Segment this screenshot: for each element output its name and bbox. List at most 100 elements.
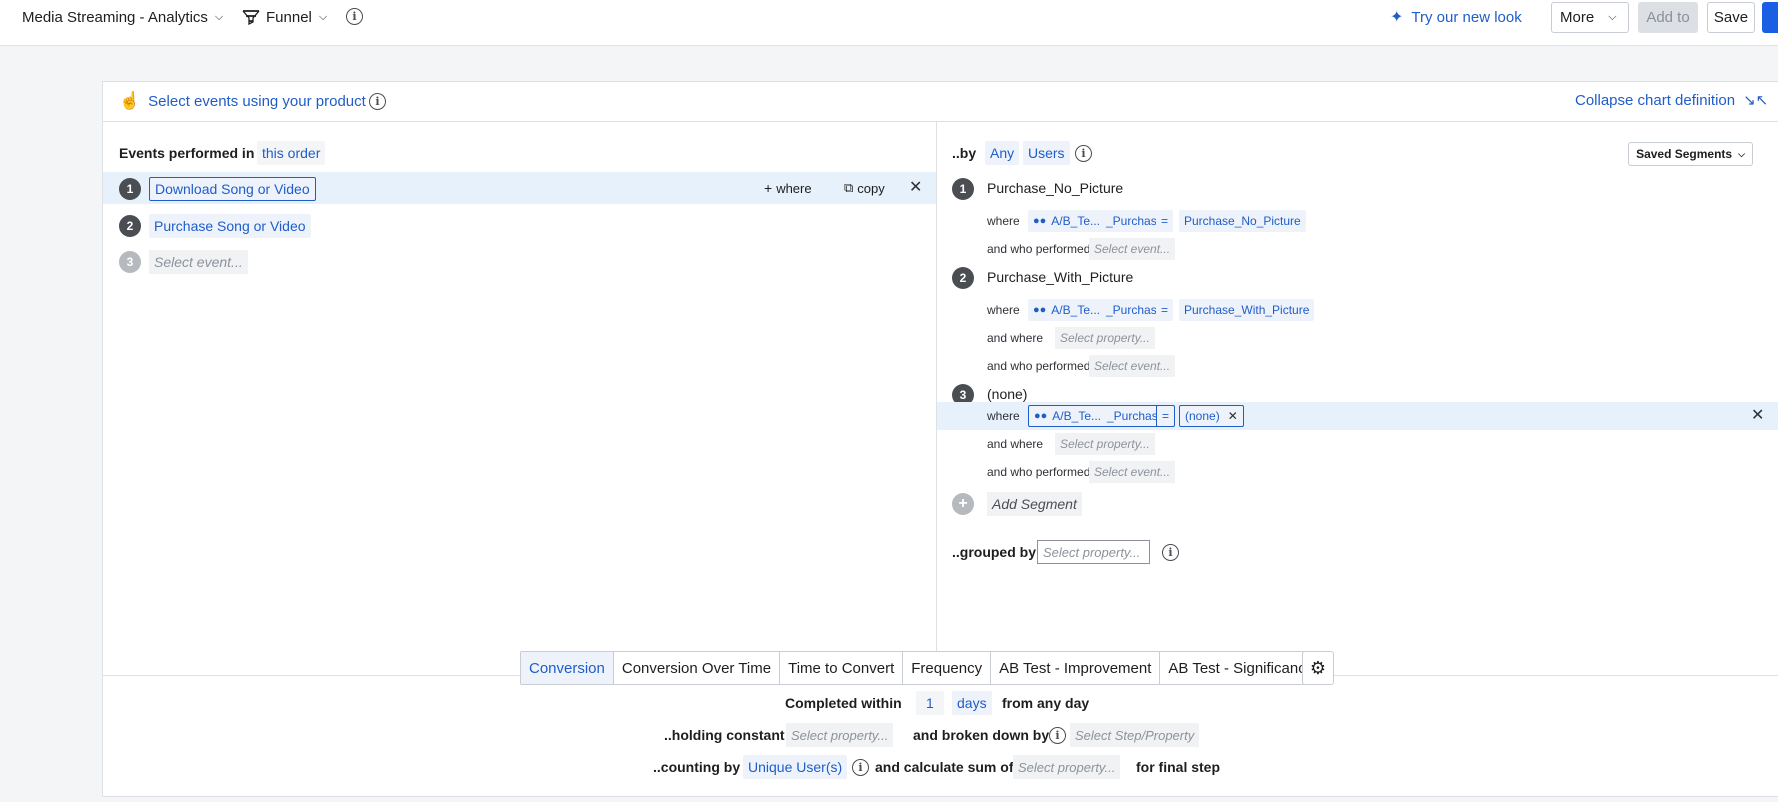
by-label: ..by: [952, 145, 977, 161]
info-icon[interactable]: i: [1049, 727, 1066, 744]
select-events-link[interactable]: ☝ Select events using your product: [119, 91, 366, 111]
property-name: A/B_Te...: [1052, 409, 1101, 423]
operator-chip[interactable]: =: [1156, 299, 1174, 321]
select-event-input[interactable]: Select event...: [1089, 461, 1176, 483]
add-to-label: Add to: [1646, 9, 1690, 26]
project-selector[interactable]: Media Streaming - Analytics ⌵: [22, 0, 223, 34]
tab-ab-test-significance[interactable]: AB Test - Significance: [1160, 652, 1322, 684]
segment-property-chip[interactable]: ●● A/B_Te... _Purchase: [1028, 299, 1169, 321]
counting-by-selector[interactable]: Unique User(s): [743, 755, 848, 779]
copy-label: copy: [857, 180, 885, 196]
add-segment-plus-icon[interactable]: +: [952, 493, 974, 515]
tab-time-to-convert[interactable]: Time to Convert: [780, 652, 904, 684]
info-icon[interactable]: i: [1162, 544, 1179, 561]
operator-chip[interactable]: =: [1156, 210, 1174, 232]
grouped-by-input[interactable]: Select property...: [1037, 540, 1150, 564]
share-button[interactable]: [1762, 2, 1778, 33]
calculate-sum-label: and calculate sum of: [875, 759, 1014, 775]
tab-ab-test-improvement[interactable]: AB Test - Improvement: [991, 652, 1161, 684]
close-icon[interactable]: ✕: [1228, 409, 1238, 423]
tab-conversion[interactable]: Conversion: [521, 652, 614, 684]
segment-value-chip[interactable]: Purchase_No_Picture: [1179, 210, 1306, 232]
collapse-chart-definition[interactable]: Collapse chart definition ↘↖: [1575, 91, 1769, 110]
segment-property-chip[interactable]: ●● A/B_Te... _Purchase: [1028, 210, 1169, 232]
saved-segments-label: Saved Segments: [1636, 147, 1733, 161]
select-event-input[interactable]: Select event...: [1089, 355, 1176, 377]
chevron-down-icon: ⌵: [1738, 148, 1745, 159]
segment-name[interactable]: Purchase_No_Picture: [987, 180, 1123, 196]
select-event-input[interactable]: Select event...: [149, 250, 248, 274]
chevron-down-icon: ⌵: [214, 10, 224, 23]
segment-name[interactable]: (none): [987, 386, 1027, 402]
completed-within-label: Completed within: [785, 695, 902, 711]
select-property-input[interactable]: Select property...: [1055, 433, 1155, 455]
remove-step-icon[interactable]: ✕: [909, 180, 922, 196]
tab-frequency[interactable]: Frequency: [903, 652, 992, 684]
broken-down-by-input[interactable]: Select Step/Property: [1070, 723, 1200, 747]
segment-value-chip[interactable]: Purchase_With_Picture: [1179, 299, 1315, 321]
holding-constant-input[interactable]: Select property...: [786, 723, 894, 747]
segment-value-chip[interactable]: (none) ✕: [1179, 405, 1244, 427]
any-selector[interactable]: Any: [985, 141, 1020, 165]
add-to-button[interactable]: Add to: [1638, 2, 1698, 33]
where-label: where: [987, 303, 1020, 317]
select-event-input[interactable]: Select event...: [1089, 238, 1176, 260]
event-step-2[interactable]: Purchase Song or Video: [149, 214, 311, 238]
chart-type-label: Funnel: [266, 8, 312, 26]
sparkle-icon: ✦: [1390, 9, 1404, 26]
copy-icon: ⧉: [844, 180, 854, 195]
users-group-icon: ●●: [1033, 215, 1047, 227]
try-new-look-label: Try our new look: [1411, 8, 1522, 26]
holding-constant-label: ..holding constant: [664, 727, 785, 743]
collapse-label: Collapse chart definition: [1575, 91, 1736, 109]
who-performed-label: and who performed: [987, 465, 1091, 479]
grouped-by-label: ..grouped by: [952, 544, 1036, 560]
remove-segment-icon[interactable]: ✕: [1751, 408, 1764, 424]
step-number: 3: [119, 251, 141, 273]
collapse-arrows-icon: ↘↖: [1743, 92, 1769, 109]
chevron-down-icon: ⌵: [1608, 11, 1617, 23]
days-unit-selector[interactable]: days: [952, 691, 992, 715]
who-performed-label: and who performed: [987, 359, 1091, 373]
plus-icon: +: [764, 180, 773, 196]
add-segment-button[interactable]: Add Segment: [987, 492, 1082, 516]
broken-down-by-label: and broken down by: [913, 727, 1050, 743]
and-where-label: and where: [987, 437, 1044, 451]
operator-chip[interactable]: =: [1156, 405, 1176, 427]
segment-value: (none): [1185, 409, 1220, 423]
top-bar: Media Streaming - Analytics ⌵ Funnel ⌵ i…: [0, 0, 1778, 46]
info-icon[interactable]: i: [852, 759, 869, 776]
property-suffix: _Purchase: [1106, 303, 1164, 317]
panel-divider: [936, 122, 937, 675]
segment-name[interactable]: Purchase_With_Picture: [987, 269, 1133, 285]
calculate-sum-input[interactable]: Select property...: [1013, 755, 1121, 779]
more-button[interactable]: More ⌵: [1551, 2, 1629, 33]
copy-button[interactable]: ⧉ copy: [844, 180, 885, 196]
from-any-day-label: from any day: [1002, 695, 1090, 711]
info-icon[interactable]: i: [1075, 145, 1092, 162]
tab-conversion-over-time[interactable]: Conversion Over Time: [614, 652, 781, 684]
segment-property-chip[interactable]: ●● A/B_Te... _Purchase: [1028, 405, 1171, 427]
gear-icon[interactable]: ⚙: [1302, 651, 1334, 685]
funnel-icon: [242, 10, 260, 25]
order-selector[interactable]: this order: [257, 141, 326, 165]
try-new-look-link[interactable]: ✦ Try our new look: [1390, 0, 1522, 34]
project-name: Media Streaming - Analytics: [22, 8, 208, 26]
event-step-1[interactable]: Download Song or Video: [149, 177, 316, 201]
who-performed-label: and who performed: [987, 242, 1091, 256]
chart-type-selector[interactable]: Funnel ⌵: [242, 0, 327, 34]
property-name: A/B_Te...: [1051, 214, 1100, 228]
and-where-label: and where: [987, 331, 1044, 345]
users-group-icon: ●●: [1033, 304, 1047, 316]
select-property-input[interactable]: Select property...: [1055, 327, 1155, 349]
saved-segments-button[interactable]: Saved Segments ⌵: [1628, 142, 1753, 166]
save-button[interactable]: Save: [1707, 2, 1755, 33]
info-icon[interactable]: i: [369, 93, 386, 110]
days-value-input[interactable]: 1: [916, 691, 944, 715]
final-step-label: for final step: [1136, 759, 1221, 775]
more-label: More: [1560, 9, 1595, 26]
users-selector[interactable]: Users: [1023, 141, 1070, 165]
info-icon[interactable]: i: [346, 8, 363, 25]
counting-by-label: ..counting by: [653, 759, 741, 775]
add-where-button[interactable]: + where: [764, 180, 812, 196]
